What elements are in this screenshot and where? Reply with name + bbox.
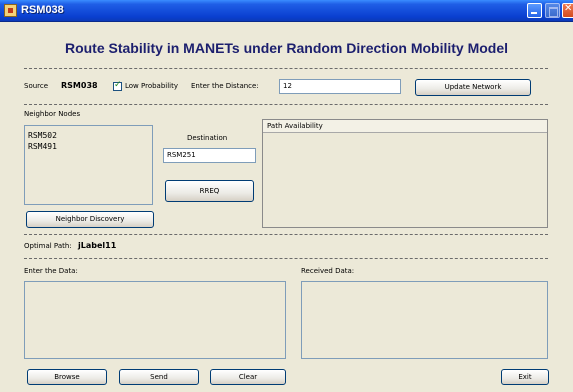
divider-middle [24, 104, 548, 105]
window-title-bar[interactable]: RSM038 [0, 0, 573, 22]
path-availability-panel: Path Availability [262, 119, 548, 228]
neighbor-nodes-list[interactable]: RSM502 RSM491 [24, 125, 153, 205]
clear-button[interactable]: Clear [210, 369, 286, 385]
received-data-label: Received Data: [301, 267, 355, 275]
maximize-icon[interactable] [545, 3, 560, 18]
neighbor-nodes-label: Neighbor Nodes [24, 110, 81, 118]
close-icon[interactable] [562, 3, 573, 18]
low-probability-label: Low Probability [125, 82, 179, 90]
java-app-icon [4, 4, 17, 17]
low-probability-checkbox[interactable] [113, 80, 122, 91]
distance-input[interactable]: 12 [279, 79, 401, 94]
enter-data-textarea[interactable] [24, 281, 286, 359]
neighbor-discovery-button[interactable]: Neighbor Discovery [26, 211, 154, 228]
optimal-path-label: Optimal Path: [24, 242, 72, 250]
page-heading: Route Stability in MANETs under Random D… [64, 40, 509, 56]
optimal-path-value: jLabel11 [78, 241, 117, 250]
source-label: Source [24, 82, 49, 90]
distance-label: Enter the Distance: [191, 82, 259, 90]
window-title: RSM038 [21, 4, 64, 16]
divider-data [24, 258, 548, 259]
destination-input[interactable]: RSM251 [163, 148, 256, 163]
send-button[interactable]: Send [119, 369, 199, 385]
exit-button[interactable]: Exit [501, 369, 549, 385]
divider-top [24, 68, 548, 69]
path-availability-header: Path Availability [263, 120, 547, 133]
rreq-button[interactable]: RREQ [165, 180, 254, 202]
minimize-icon[interactable] [527, 3, 542, 18]
divider-lower [24, 234, 548, 235]
received-data-textarea[interactable] [301, 281, 548, 359]
enter-data-label: Enter the Data: [24, 267, 78, 275]
browse-button[interactable]: Browse [27, 369, 107, 385]
update-network-button[interactable]: Update Network [415, 79, 531, 96]
list-item[interactable]: RSM502 [28, 130, 149, 141]
destination-label: Destination [187, 134, 228, 142]
list-item[interactable]: RSM491 [28, 141, 149, 152]
source-value: RSM038 [61, 81, 98, 90]
